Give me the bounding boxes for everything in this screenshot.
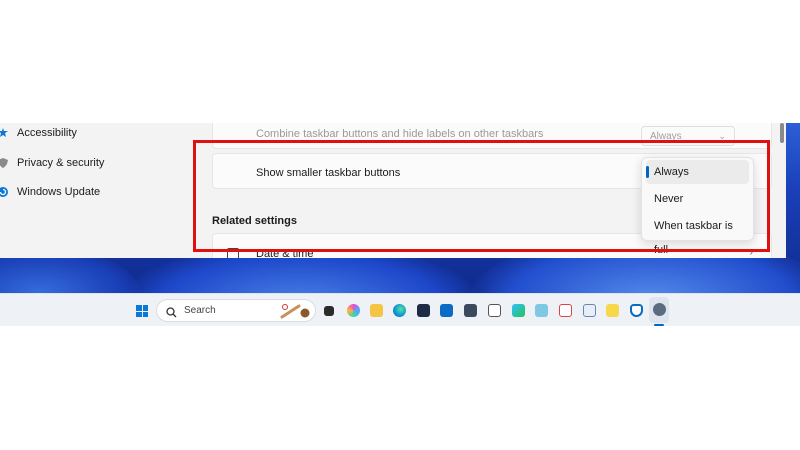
sidebar-item-label: Privacy & security [17, 157, 105, 169]
option-label: Always [654, 166, 689, 178]
smaller-buttons-dropdown-menu: Always Never When taskbar is full [641, 157, 754, 256]
dropdown-option-never[interactable]: Never [646, 187, 749, 211]
combine-buttons-other-taskbars-card: Combine taskbar buttons and hide labels … [212, 123, 772, 149]
calculator-icon[interactable] [464, 304, 477, 317]
running-indicator [654, 324, 664, 326]
setting-label: Show smaller taskbar buttons [256, 167, 401, 179]
chevron-right-icon: › [749, 247, 753, 258]
calendar-clock-icon [227, 248, 239, 258]
settings-icon[interactable] [653, 303, 666, 316]
file-explorer-icon[interactable] [370, 304, 383, 317]
search-icon [166, 305, 177, 323]
sidebar-item-label: Accessibility [17, 127, 77, 139]
start-icon[interactable] [136, 305, 148, 317]
sticky-notes-icon[interactable] [606, 304, 619, 317]
option-label: Never [654, 193, 684, 205]
notepad-icon[interactable] [535, 304, 548, 317]
snipping-tool-icon[interactable] [559, 304, 572, 317]
sidebar-item-accessibility[interactable]: Accessibility [0, 123, 77, 145]
dropdown-value: Always [650, 131, 682, 142]
clock-icon[interactable] [488, 304, 501, 317]
dropdown-option-always[interactable]: Always [646, 160, 749, 184]
chevron-down-icon: ⌄ [718, 131, 726, 141]
scrollbar-thumb[interactable] [780, 123, 784, 143]
search-highlight-doodle-icon [279, 302, 311, 320]
setting-label: Combine taskbar buttons and hide labels … [256, 128, 544, 140]
paint-icon[interactable] [583, 304, 596, 317]
sidebar-item-privacy-security[interactable]: Privacy & security [0, 151, 104, 175]
search-placeholder: Search [184, 305, 216, 316]
accessibility-icon [0, 127, 9, 139]
selection-indicator [646, 166, 649, 178]
combine-other-taskbars-dropdown[interactable]: Always ⌄ [641, 126, 735, 146]
section-title: Related settings [212, 215, 297, 227]
windows-update-icon [0, 186, 9, 198]
setting-label: Date & time [256, 248, 314, 258]
sidebar-item-label: Windows Update [17, 186, 101, 198]
store-icon[interactable] [417, 304, 430, 317]
photos-icon[interactable] [512, 304, 525, 317]
shield-icon [0, 157, 9, 169]
taskbar: Search [0, 293, 800, 326]
copilot-icon[interactable] [347, 304, 360, 317]
outlook-icon[interactable] [440, 304, 453, 317]
sidebar-item-windows-update[interactable]: Windows Update [0, 180, 100, 204]
task-view-icon[interactable] [324, 306, 334, 316]
search-box[interactable]: Search [156, 299, 316, 322]
dropdown-option-when-taskbar-is-full[interactable]: When taskbar is full [646, 214, 749, 256]
edge-icon[interactable] [393, 304, 406, 317]
nav-pane: Accessibility Privacy & security Windows… [0, 123, 200, 258]
defender-icon[interactable] [630, 304, 643, 317]
